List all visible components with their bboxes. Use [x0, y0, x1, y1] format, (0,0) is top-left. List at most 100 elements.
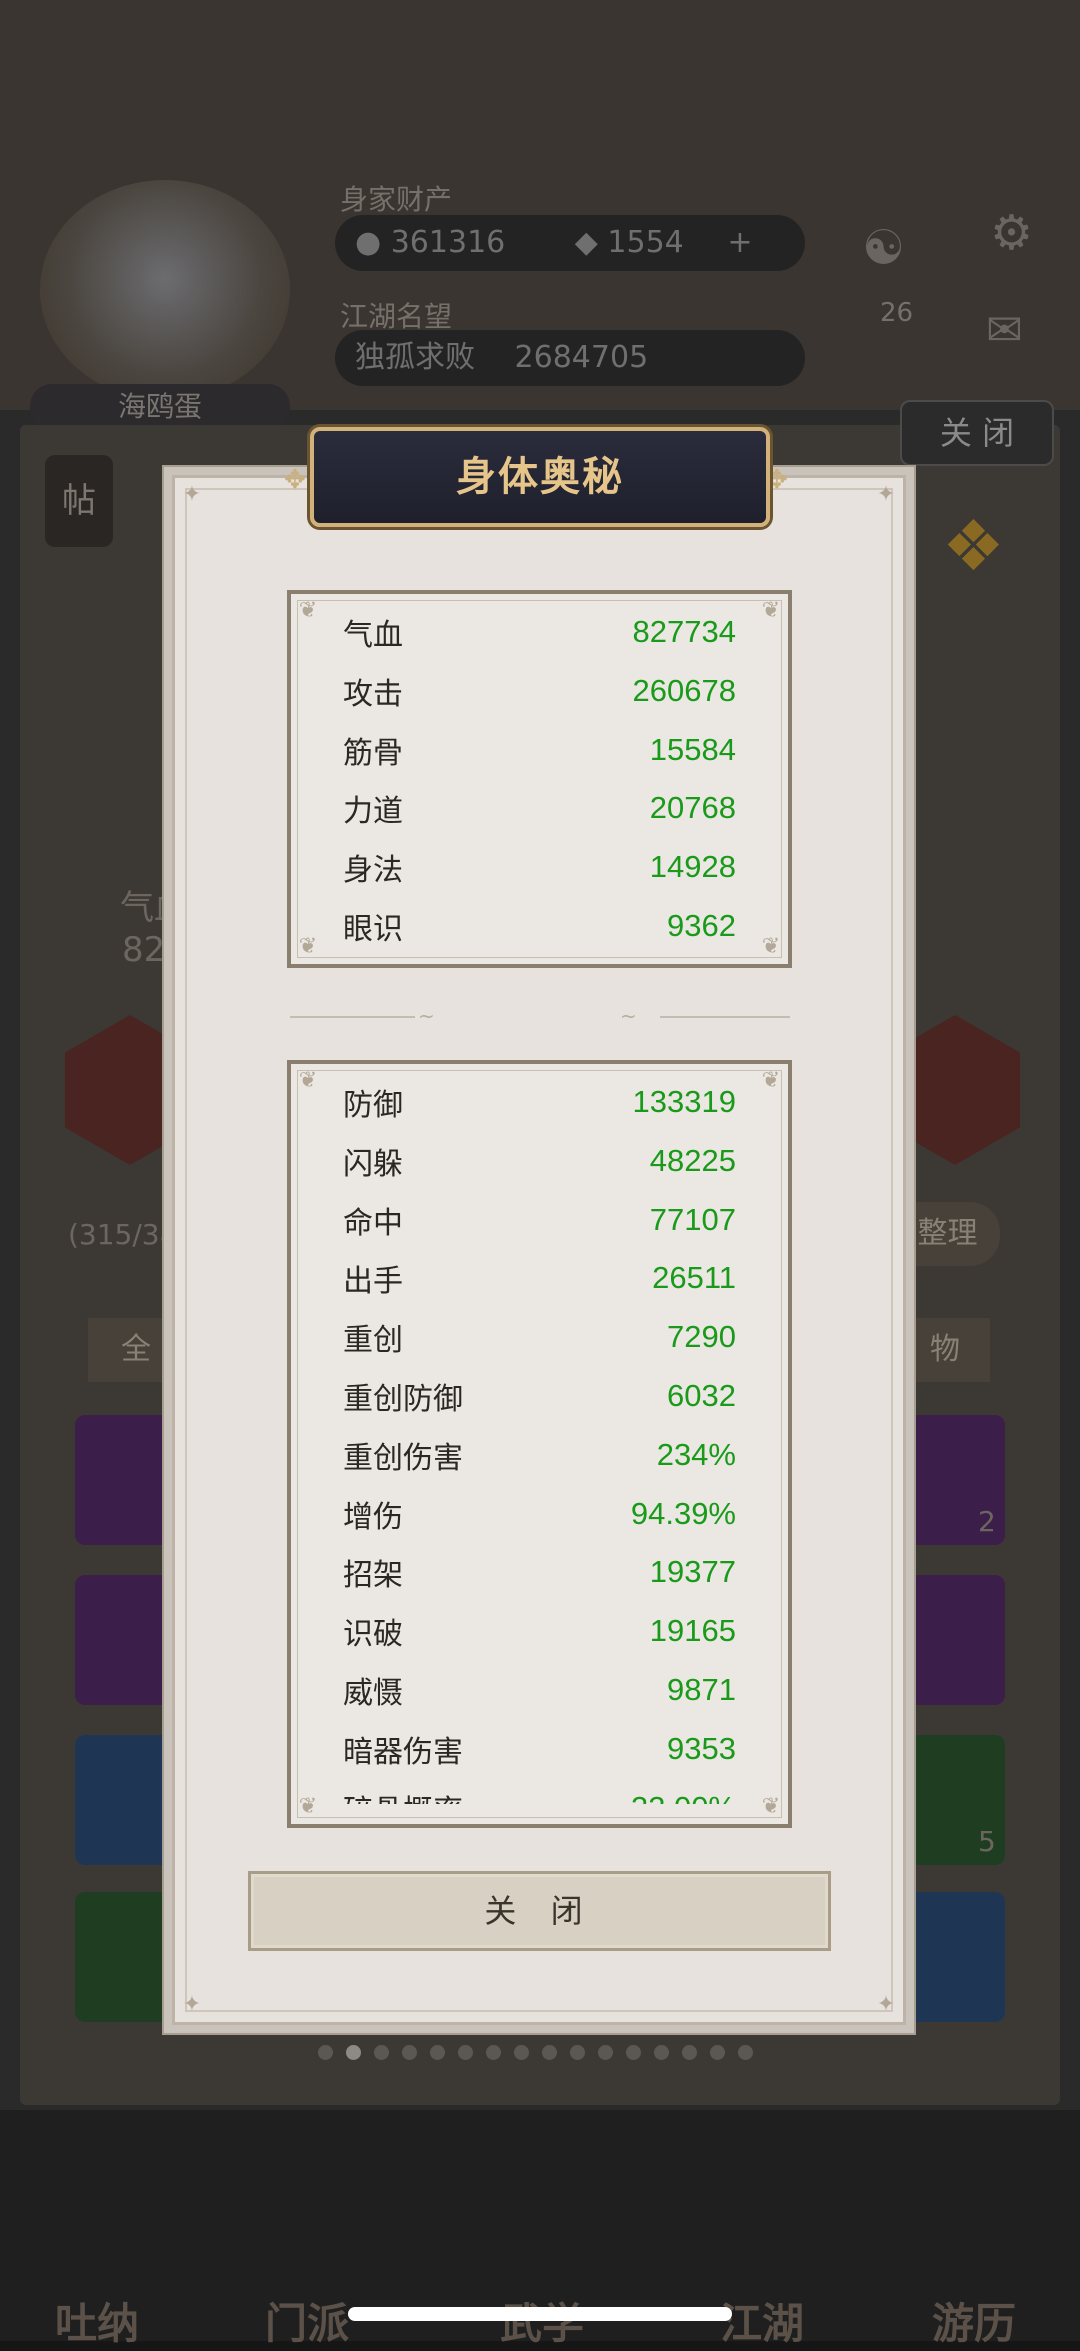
stat-row: 重创 7290 — [343, 1317, 736, 1358]
stat-value: 9353 — [667, 1730, 736, 1766]
yin-yang-icon[interactable]: ☯ — [862, 220, 905, 276]
stat-row: 暗器伤害 9353 — [343, 1729, 736, 1770]
page-dot[interactable] — [374, 2045, 389, 2060]
mail-icon[interactable]: ✉ — [986, 305, 1023, 356]
corner-ornament: ✦ — [876, 482, 896, 507]
stat-row: 眼识 9362 — [343, 906, 736, 947]
stat-value: 19377 — [649, 1554, 736, 1590]
stat-name: 筋骨 — [343, 735, 403, 771]
tab-all[interactable]: 全 — [88, 1318, 184, 1382]
player-name: 海鸥蛋 — [30, 384, 290, 430]
stat-value: 20768 — [649, 790, 736, 826]
page-dot[interactable] — [542, 2045, 557, 2060]
divider-ornament: ~ — [418, 1004, 435, 1028]
item-slot[interactable] — [75, 1735, 175, 1865]
nav-tunа[interactable]: 吐纳 — [55, 2290, 139, 2351]
player-avatar[interactable] — [40, 180, 290, 400]
sort-button[interactable]: 整理 — [895, 1202, 1000, 1266]
page-dot[interactable] — [458, 2045, 473, 2060]
stat-row: 闪躲 48225 — [343, 1141, 736, 1182]
close-button[interactable]: 关 闭 — [248, 1871, 831, 1951]
item-slot[interactable] — [75, 1415, 175, 1545]
title-ornament-left: ✥ — [284, 465, 306, 495]
page-dot[interactable] — [710, 2045, 725, 2060]
page-dot[interactable] — [430, 2045, 445, 2060]
stat-row: 力道 20768 — [343, 788, 736, 830]
stat-name: 眼识 — [343, 912, 403, 947]
stat-name: 威慑 — [343, 1676, 403, 1711]
medal-icon[interactable]: ❖ — [942, 505, 1005, 587]
page-dot[interactable] — [626, 2045, 641, 2060]
page-dot[interactable] — [598, 2045, 613, 2060]
divider-line — [660, 1016, 790, 1018]
page-dot[interactable] — [402, 2045, 417, 2060]
silver-amount: 361316 — [390, 225, 506, 260]
stat-name: 力道 — [343, 794, 403, 830]
gold-amount: 1554 — [607, 225, 684, 260]
dialog-title-plate: 身体奥秘 — [310, 427, 770, 527]
page-dot[interactable] — [738, 2045, 753, 2060]
page-dot[interactable] — [654, 2045, 669, 2060]
home-indicator[interactable] — [348, 2307, 732, 2321]
nav-sect[interactable]: 门派 — [265, 2290, 349, 2351]
page-dot[interactable] — [318, 2045, 333, 2060]
stat-name: 增伤 — [343, 1499, 403, 1535]
bag-count: (315/38 — [68, 1218, 178, 1251]
item-count: 2 — [978, 1505, 996, 1538]
divider-line — [290, 1016, 415, 1018]
stat-value: 6032 — [667, 1378, 736, 1413]
stat-row: 识破 19165 — [343, 1611, 736, 1652]
corner-ornament: ✦ — [182, 1992, 202, 2017]
wealth-label: 身家财产 — [340, 183, 453, 216]
stat-name: 招架 — [343, 1558, 403, 1594]
gold-icon: ◆ — [574, 225, 608, 260]
post-button[interactable]: 帖 — [45, 455, 113, 547]
stat-row: 攻击 260678 — [343, 671, 736, 712]
stat-row: 身法 14928 — [343, 847, 736, 889]
stat-row: 重创伤害 234% — [343, 1435, 736, 1476]
stat-row: 威慑 9871 — [343, 1670, 736, 1711]
stat-row: 筋骨 15584 — [343, 730, 736, 771]
item-slot[interactable] — [905, 1892, 1005, 2022]
background-close-button[interactable]: 关 闭 — [900, 400, 1054, 466]
stat-row: 招架 19377 — [343, 1552, 736, 1594]
silver-icon: ● — [355, 225, 391, 260]
stat-value: 77107 — [649, 1201, 736, 1237]
stat-row: 重创防御 6032 — [343, 1376, 736, 1417]
page-dot[interactable] — [346, 2045, 361, 2060]
stat-name: 闪躲 — [343, 1146, 403, 1182]
stat-value: 22.00% — [631, 1790, 736, 1804]
divider-ornament: ~ — [620, 1004, 637, 1028]
stat-value: 133319 — [632, 1084, 736, 1119]
stat-value: 234% — [656, 1436, 736, 1472]
advanced-stats-scroll[interactable]: 防御 133319 闪躲 48225 命中 77107 出手 26511 重创 7290 重创防御 6… — [291, 1064, 788, 1804]
nav-jianghu[interactable]: 江湖 — [720, 2290, 804, 2351]
item-slot[interactable] — [905, 1575, 1005, 1705]
add-currency-button[interactable]: + — [727, 225, 752, 260]
page-dot[interactable] — [570, 2045, 585, 2060]
page-dot[interactable] — [682, 2045, 697, 2060]
stat-name: 碎骨概率 — [343, 1786, 463, 1804]
stat-name: 气血 — [343, 618, 403, 653]
advanced-stats-panel[interactable]: ❦ ❦ ❦ ❦ 防御 133319 闪躲 48225 命中 77107 出手 26511 重创 7… — [287, 1060, 792, 1828]
page-dot[interactable] — [486, 2045, 501, 2060]
item-slot[interactable] — [75, 1575, 175, 1705]
stat-row: 碎骨概率 22.00% — [343, 1788, 736, 1804]
nav-travel[interactable]: 游历 — [932, 2290, 1016, 2351]
dialog-title: 身体奥秘 — [456, 454, 624, 500]
section-divider: ~ ~ — [290, 1004, 790, 1028]
stat-name: 重创伤害 — [343, 1440, 463, 1476]
stat-value: 15584 — [649, 731, 736, 767]
corner-ornament: ❦ — [761, 598, 781, 623]
tab-item[interactable]: 物 — [900, 1318, 990, 1382]
stat-name: 暗器伤害 — [343, 1734, 463, 1770]
corner-ornament: ❦ — [761, 934, 781, 959]
item-slot[interactable] — [75, 1892, 175, 2022]
stat-name: 身法 — [343, 853, 403, 889]
fame-title: 独孤求败 — [355, 340, 475, 375]
gear-icon[interactable]: ⚙ — [990, 205, 1033, 261]
player-level: 26 — [880, 298, 914, 328]
stat-value: 260678 — [632, 672, 736, 708]
page-dot[interactable] — [514, 2045, 529, 2060]
corner-ornament: ✦ — [182, 482, 202, 507]
